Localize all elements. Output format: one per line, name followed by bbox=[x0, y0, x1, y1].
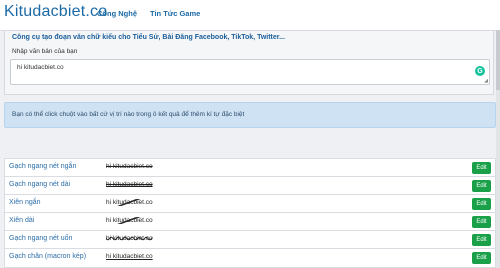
edit-button[interactable]: Edit bbox=[472, 216, 491, 228]
style-name: Xiên ngắn bbox=[9, 199, 41, 206]
result-row: Gạch ngang nét dài hi kitudacbiet.co Edi… bbox=[4, 176, 496, 196]
style-result[interactable]: hi kitudacbiet.co bbox=[106, 199, 153, 206]
edit-button[interactable]: Edit bbox=[472, 234, 491, 246]
style-result[interactable]: hi kitudacbiet.co bbox=[106, 235, 153, 242]
style-name: Gạch ngang nét dài bbox=[9, 181, 71, 188]
input-panel: Công cụ tạo đoạn văn chữ kiểu cho Tiểu S… bbox=[4, 30, 494, 95]
result-row: Xiên ngắn hi kitudacbiet.co Edit bbox=[4, 194, 496, 214]
style-result[interactable]: hi kitudacbiet.co bbox=[106, 181, 153, 188]
style-name: Gạch chân (macron kép) bbox=[9, 253, 87, 260]
panel-title: Công cụ tạo đoạn văn chữ kiểu cho Tiểu S… bbox=[12, 34, 285, 41]
info-banner: Bạn có thể click chuột vào bất cứ vị trí… bbox=[4, 102, 496, 128]
scrollbar[interactable] bbox=[496, 30, 500, 268]
text-input-value: hi kitudacbiet.co bbox=[17, 64, 64, 71]
grammar-check-icon[interactable]: G bbox=[475, 66, 485, 76]
style-result[interactable]: hi kitudacbiet.co bbox=[106, 253, 153, 260]
site-logo[interactable]: Kitudacbiet.co bbox=[4, 3, 107, 21]
style-name: Gạch ngang nét ngắn bbox=[9, 163, 77, 170]
site-header: Kitudacbiet.co Công Nghệ Tin Tức Game bbox=[0, 0, 500, 31]
style-name: Xiên dài bbox=[9, 217, 35, 224]
nav-tin-tuc-game[interactable]: Tin Tức Game bbox=[150, 9, 200, 18]
edit-button[interactable]: Edit bbox=[472, 252, 491, 264]
result-row: Gạch ngang nét ngắn hi kitudacbiet.co Ed… bbox=[4, 158, 496, 178]
edit-button[interactable]: Edit bbox=[472, 180, 491, 192]
result-row: Gạch chân (macron kép) hi kitudacbiet.co… bbox=[4, 248, 496, 268]
info-text: Bạn có thể click chuột vào bất cứ vị trí… bbox=[12, 111, 245, 118]
style-result[interactable]: hi kitudacbiet.co bbox=[106, 217, 153, 224]
edit-button[interactable]: Edit bbox=[472, 198, 491, 210]
style-result[interactable]: hi kitudacbiet.co bbox=[106, 163, 153, 170]
result-row: Gạch ngang nét uốn hi kitudacbiet.co Edi… bbox=[4, 230, 496, 250]
result-row: Xiên dài hi kitudacbiet.co Edit bbox=[4, 212, 496, 232]
scrollbar-thumb[interactable] bbox=[496, 30, 500, 90]
nav-cong-nghe[interactable]: Công Nghệ bbox=[97, 9, 137, 18]
resize-handle-icon[interactable]: ◢ bbox=[484, 79, 488, 84]
style-name: Gạch ngang nét uốn bbox=[9, 235, 73, 242]
input-label: Nhập văn bản của bạn bbox=[12, 48, 78, 55]
edit-button[interactable]: Edit bbox=[472, 162, 491, 174]
text-input[interactable]: hi kitudacbiet.co G ◢ bbox=[10, 59, 490, 85]
